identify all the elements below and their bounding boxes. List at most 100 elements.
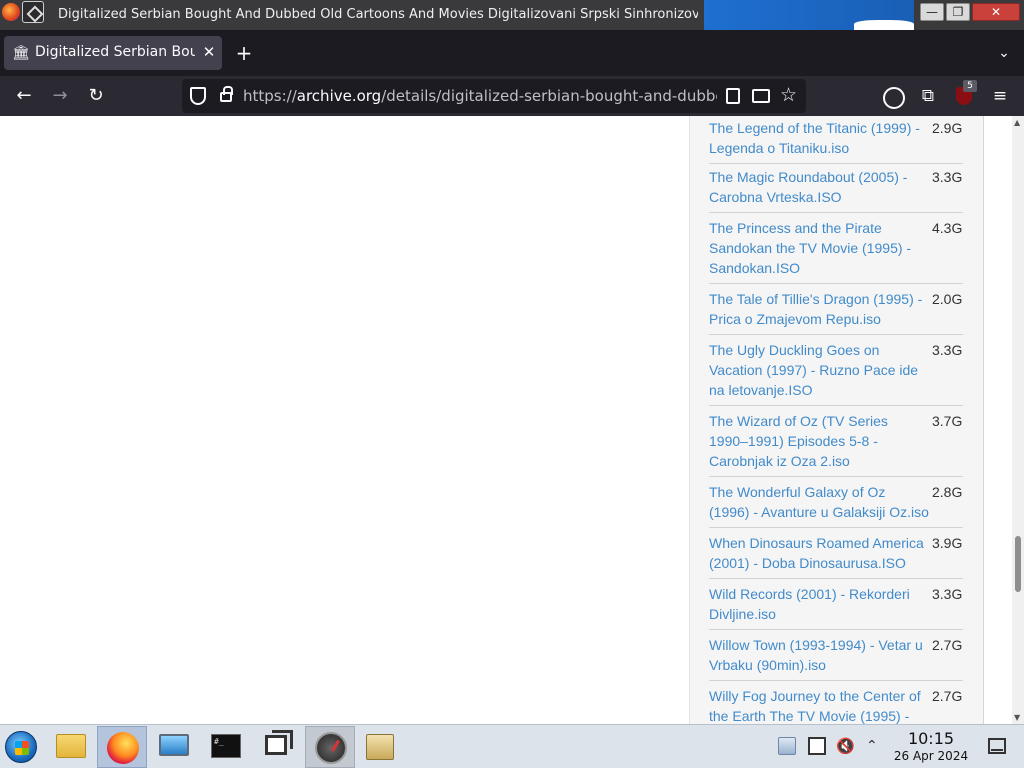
tray-expand-icon[interactable]: ⌃: [866, 737, 884, 755]
ublock-icon[interactable]: 5: [950, 80, 978, 110]
file-link[interactable]: The Wizard of Oz (TV Series 1990–1991) E…: [709, 411, 929, 471]
hamburger-menu-icon[interactable]: ≡: [986, 82, 1014, 110]
reader-view-icon[interactable]: [726, 88, 740, 104]
extensions-icon[interactable]: ⧉: [914, 82, 942, 110]
monitor-icon: [159, 734, 189, 756]
file-size: 4.3G: [932, 220, 963, 236]
file-row: Wild Records (2001) - Rekorderi Divljine…: [709, 584, 963, 630]
file-row: The Wonderful Galaxy of Oz (1996) - Avan…: [709, 482, 963, 528]
clipboard-icon[interactable]: [778, 737, 796, 755]
taskbar: #_ 🔇 ⌃ 10:15 26 Apr 2024: [0, 724, 1024, 768]
scroll-down-icon[interactable]: ▼: [1014, 713, 1020, 722]
file-size: 2.9G: [932, 120, 963, 136]
picture-in-picture-icon[interactable]: [752, 89, 770, 103]
file-size: 3.3G: [932, 169, 963, 185]
firefox-app-icon[interactable]: [2, 3, 20, 21]
bookmark-star-icon[interactable]: ☆: [780, 83, 800, 107]
taskbar-speedometer[interactable]: [305, 726, 355, 768]
folder-icon: [56, 734, 86, 758]
clock-time: 10:15: [907, 729, 955, 748]
archive-org-icon: 🏛: [12, 45, 30, 61]
file-row: The Magic Roundabout (2005) - Carobna Vr…: [709, 167, 963, 213]
file-size: 2.8G: [932, 484, 963, 500]
ublock-badge: 5: [963, 80, 977, 92]
page-content: The Legend of the Titanic (1999) - Legen…: [0, 116, 1024, 724]
new-tab-button[interactable]: +: [232, 42, 256, 66]
file-link[interactable]: The Tale of Tillie's Dragon (1995) - Pri…: [709, 289, 929, 329]
back-button[interactable]: ←: [10, 82, 38, 110]
taskbar-terminal[interactable]: #_: [201, 726, 251, 768]
url-text[interactable]: https://archive.org/details/digitalized-…: [243, 87, 717, 105]
tracking-protection-icon[interactable]: [190, 87, 206, 105]
file-size: 3.7G: [932, 413, 963, 429]
url-bar[interactable]: https://archive.org/details/digitalized-…: [182, 79, 806, 113]
file-size: 2.0G: [932, 291, 963, 307]
terminal-icon: #_: [211, 734, 241, 758]
navigation-toolbar: ← → ↻ https://archive.org/details/digita…: [0, 76, 1024, 116]
window-title: Digitalized Serbian Bought And Dubbed Ol…: [58, 7, 698, 22]
scrollbar-thumb[interactable]: [1015, 536, 1021, 592]
close-icon: ✕: [990, 5, 1002, 19]
minimize-icon: —: [926, 5, 938, 19]
file-row: Willow Town (1993-1994) - Vetar u Vrbaku…: [709, 635, 963, 681]
file-link[interactable]: The Princess and the Pirate Sandokan the…: [709, 218, 929, 278]
tab-close-button[interactable]: ✕: [200, 43, 218, 61]
file-size: 3.3G: [932, 342, 963, 358]
show-desktop-icon[interactable]: [988, 738, 1006, 754]
maximize-icon: ❐: [952, 5, 964, 19]
file-size: 3.9G: [932, 535, 963, 551]
speedometer-icon: [315, 732, 347, 764]
start-orb-icon: [5, 731, 37, 763]
file-row: The Princess and the Pirate Sandokan the…: [709, 218, 963, 284]
notes-icon[interactable]: [808, 737, 826, 755]
list-all-tabs-button[interactable]: ⌄: [992, 42, 1016, 66]
tab-title: Digitalized Serbian Bought: [35, 44, 195, 60]
scroll-up-icon[interactable]: ▲: [1014, 118, 1020, 127]
file-row: Willy Fog Journey to the Center of the E…: [709, 686, 963, 724]
file-row: The Tale of Tillie's Dragon (1995) - Pri…: [709, 289, 963, 335]
clock[interactable]: 10:15 26 Apr 2024: [888, 730, 974, 764]
page-scrollbar[interactable]: ▲ ▼: [1012, 116, 1024, 724]
file-link[interactable]: Wild Records (2001) - Rekorderi Divljine…: [709, 584, 929, 624]
lock-icon[interactable]: [220, 86, 233, 102]
taskbar-remote-desktop[interactable]: [149, 726, 199, 768]
file-size: 2.7G: [932, 688, 963, 704]
file-row: The Wizard of Oz (TV Series 1990–1991) E…: [709, 411, 963, 477]
firefox-icon: [107, 732, 139, 764]
file-size: 2.7G: [932, 637, 963, 653]
start-button[interactable]: [0, 726, 50, 768]
file-link[interactable]: Willow Town (1993-1994) - Vetar u Vrbaku…: [709, 635, 929, 675]
file-link[interactable]: When Dinosaurs Roamed America (2001) - D…: [709, 533, 929, 573]
clock-date: 26 Apr 2024: [893, 749, 969, 763]
file-link[interactable]: Willy Fog Journey to the Center of the E…: [709, 686, 929, 724]
file-list-panel: The Legend of the Titanic (1999) - Legen…: [689, 116, 984, 724]
windows-icon: [265, 730, 293, 755]
minimize-button[interactable]: —: [920, 3, 944, 21]
file-link[interactable]: The Magic Roundabout (2005) - Carobna Vr…: [709, 167, 929, 207]
reload-button[interactable]: ↻: [82, 82, 110, 110]
archive-manager-icon: [366, 734, 394, 760]
file-link[interactable]: The Wonderful Galaxy of Oz (1996) - Avan…: [709, 482, 929, 522]
url-host: archive.org: [296, 87, 382, 105]
volume-muted-icon[interactable]: 🔇: [836, 737, 855, 755]
file-row: When Dinosaurs Roamed America (2001) - D…: [709, 533, 963, 579]
taskbar-firefox[interactable]: [97, 726, 147, 768]
file-size: 3.3G: [932, 586, 963, 602]
close-window-button[interactable]: ✕: [972, 3, 1020, 21]
url-prefix: https://: [243, 87, 297, 105]
taskbar-file-manager[interactable]: [46, 726, 96, 768]
window-titlebar: Digitalized Serbian Bought And Dubbed Ol…: [0, 0, 1024, 30]
title-overflow-strip: [704, 0, 914, 30]
file-row: The Legend of the Titanic (1999) - Legen…: [709, 118, 963, 164]
file-link[interactable]: The Ugly Duckling Goes on Vacation (1997…: [709, 340, 929, 400]
taskbar-window-switcher[interactable]: [253, 726, 303, 768]
maximize-button[interactable]: ❐: [946, 3, 970, 21]
url-path: /details/digitalized-serbian-bought-and-…: [381, 87, 717, 105]
file-link[interactable]: The Legend of the Titanic (1999) - Legen…: [709, 118, 929, 158]
file-row: The Ugly Duckling Goes on Vacation (1997…: [709, 340, 963, 406]
sync-icon[interactable]: [878, 82, 906, 110]
window-menu-icon[interactable]: [22, 1, 44, 23]
forward-button[interactable]: →: [46, 82, 74, 110]
taskbar-archive-manager[interactable]: [356, 726, 406, 768]
tab-archive-org[interactable]: 🏛 Digitalized Serbian Bought ✕: [4, 36, 222, 70]
